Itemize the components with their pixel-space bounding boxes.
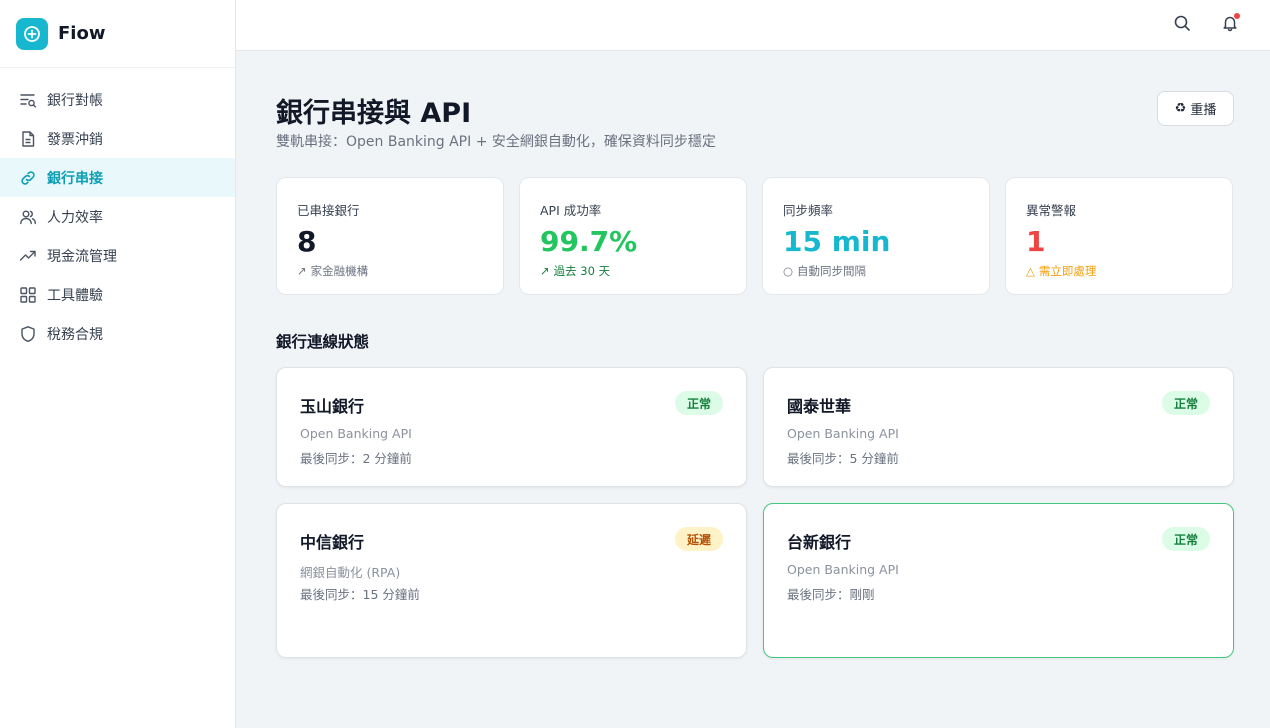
bank-connection-type: Open Banking API [300,426,412,441]
bank-connection-type: Open Banking API [787,426,899,441]
sidebar-item-bank-integration[interactable]: 銀行串接 [0,158,235,197]
logo-icon [16,17,48,50]
sidebar-item-tools[interactable]: 工具體驗 [0,275,235,314]
bank-last-sync: 最後同步：5 分鐘前 [787,451,899,466]
bank-connection-type: Open Banking API [787,562,899,577]
notification-dot [1234,13,1240,19]
stat-card-api-success: API 成功率 99.7% ↗ 過去 30 天 [519,177,747,295]
stat-label: API 成功率 [540,203,602,218]
sidebar-item-invoice-offset[interactable]: 發票沖銷 [0,119,235,158]
bank-name: 中信銀行 [300,533,365,552]
bank-card-ctbc[interactable]: 中信銀行 延遲 網銀自動化 (RPA) 最後同步：15 分鐘前 [276,503,747,658]
sidebar: Fiow 銀行對帳 發票沖銷 銀行串接 人力效率 現金流管理 工具體驗 稅務合規 [0,0,236,728]
bank-name: 國泰世華 [787,397,852,416]
stat-foot-text: 過去 30 天 [553,264,611,278]
sidebar-item-label: 銀行對帳 [47,92,103,109]
stat-foot: ↗ 過去 30 天 [540,263,746,279]
sidebar-item-tax-compliance[interactable]: 稅務合規 [0,314,235,353]
warning-icon: △ [1026,264,1035,278]
status-badge: 正常 [1161,527,1210,551]
brand[interactable]: Fiow [0,0,235,68]
bank-card-esun[interactable]: 玉山銀行 正常 Open Banking API 最後同步：2 分鐘前 [276,367,747,487]
stat-foot-text: 需立即處理 [1038,264,1097,278]
trending-up-icon [19,247,37,265]
bank-name: 台新銀行 [787,533,852,552]
stat-card-alerts: 異常警報 1 △ 需立即處理 [1005,177,1233,295]
status-badge: 延遲 [674,527,723,551]
reconcile-icon [19,91,37,109]
sidebar-item-label: 工具體驗 [47,287,103,304]
recycle-icon: ♻ [1174,101,1187,116]
link-icon [19,169,37,187]
users-icon [19,208,37,226]
document-icon [19,130,37,148]
stat-label: 同步頻率 [783,203,834,218]
page-subtitle: 雙軌串接：Open Banking API + 安全網銀自動化，確保資料同步穩定 [276,134,716,150]
notifications-button[interactable] [1218,13,1242,37]
bank-last-sync: 最後同步：剛剛 [787,587,875,602]
stat-foot: ○ 自動同步間隔 [783,263,989,279]
clock-icon: ○ [783,264,794,278]
topbar [236,0,1270,51]
sidebar-item-cashflow[interactable]: 現金流管理 [0,236,235,275]
grid-icon [19,286,37,304]
stat-card-connected-banks: 已串接銀行 8 ↗ 家金融機構 [276,177,504,295]
status-badge: 正常 [1161,391,1210,415]
sidebar-nav: 銀行對帳 發票沖銷 銀行串接 人力效率 現金流管理 工具體驗 稅務合規 [0,68,235,353]
search-icon [1173,14,1191,36]
bank-card-taishin[interactable]: 台新銀行 正常 Open Banking API 最後同步：剛剛 [763,503,1234,658]
stats-row: 已串接銀行 8 ↗ 家金融機構 API 成功率 99.7% ↗ 過去 30 天 … [276,177,1234,295]
stat-foot-text: 家金融機構 [310,264,369,278]
status-badge: 正常 [674,391,723,415]
page-title: 銀行串接與 API [276,98,472,129]
search-button[interactable] [1170,13,1194,37]
sidebar-item-label: 現金流管理 [47,248,117,265]
stat-value: 1 [1026,225,1046,258]
stat-foot-text: 自動同步間隔 [797,264,867,278]
sidebar-item-bank-reconciliation[interactable]: 銀行對帳 [0,80,235,119]
sidebar-item-label: 稅務合規 [47,326,103,343]
arrow-up-right-icon: ↗ [540,264,550,278]
replay-label: 重播 [1190,103,1217,118]
stat-foot: ↗ 家金融機構 [297,263,503,279]
stat-foot: △ 需立即處理 [1026,263,1232,279]
section-title: 銀行連線狀態 [276,333,370,351]
stat-value: 8 [297,225,317,258]
sidebar-item-label: 發票沖銷 [47,131,103,148]
stat-label: 已串接銀行 [297,203,360,218]
replay-button[interactable]: ♻ 重播 [1157,91,1234,126]
brand-name: Fiow [58,23,106,44]
bank-name: 玉山銀行 [300,397,365,416]
bank-card-cathay[interactable]: 國泰世華 正常 Open Banking API 最後同步：5 分鐘前 [763,367,1234,487]
sidebar-item-label: 人力效率 [47,209,103,226]
bank-last-sync: 最後同步：15 分鐘前 [300,587,420,602]
sidebar-item-workforce-efficiency[interactable]: 人力效率 [0,197,235,236]
stat-card-sync-frequency: 同步頻率 15 min ○ 自動同步間隔 [762,177,990,295]
shield-icon [19,325,37,343]
stat-label: 異常警報 [1026,203,1077,218]
sidebar-item-label: 銀行串接 [47,170,103,187]
stat-value: 15 min [783,225,891,258]
stat-value: 99.7% [540,225,638,258]
arrow-up-right-icon: ↗ [297,264,307,278]
bank-connection-type: 網銀自動化 (RPA) [300,565,401,580]
bank-last-sync: 最後同步：2 分鐘前 [300,451,412,466]
